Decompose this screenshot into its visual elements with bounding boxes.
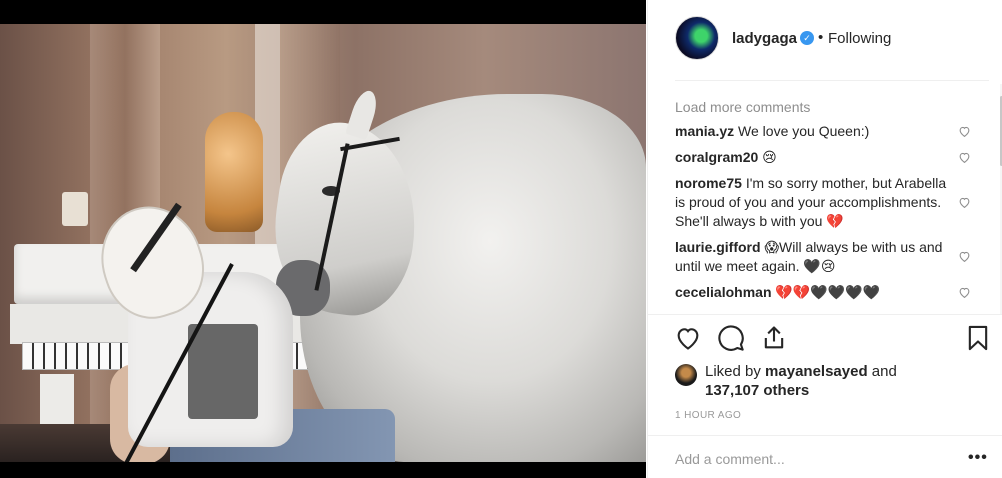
post-media (0, 0, 646, 478)
comment-like-heart-icon[interactable] (958, 151, 971, 164)
comment-text: We love you Queen:) (738, 123, 870, 139)
divider (648, 435, 1002, 436)
bookmark-icon[interactable] (964, 324, 992, 352)
post-actions-bar (674, 324, 994, 354)
divider (675, 80, 989, 81)
comment-username[interactable]: mania.yz (675, 123, 734, 139)
liker-username-link[interactable]: mayanelsayed (765, 363, 868, 380)
liker-avatar[interactable] (675, 364, 697, 386)
comment-item: laurie.gifford 😱Will always be with us a… (675, 238, 979, 276)
comment-item: coralgram20 😢 (675, 148, 979, 167)
likes-connector: and (871, 363, 897, 380)
post-photo[interactable] (0, 24, 646, 462)
following-button[interactable]: Following (828, 30, 891, 47)
lamp (62, 192, 88, 226)
divider (648, 314, 1002, 315)
more-options-button[interactable]: ••• (968, 449, 988, 467)
comment-username[interactable]: norome75 (675, 175, 742, 191)
comments-list: Load more comments mania.yz We love you … (675, 96, 979, 314)
heart-icon[interactable] (674, 324, 702, 352)
comment-text: 💔💔🖤🖤🖤🖤 (775, 284, 880, 300)
post-sidebar: ladygaga ✓ • Following Load more comment… (647, 0, 1002, 478)
comment-item: norome75 I'm so sorry mother, but Arabel… (675, 174, 979, 231)
comment-like-heart-icon[interactable] (958, 196, 971, 209)
add-comment-input[interactable]: Add a comment... (675, 451, 785, 467)
comment-like-heart-icon[interactable] (958, 250, 971, 263)
comment-item: cecelialohman 💔💔🖤🖤🖤🖤 (675, 283, 979, 302)
likes-text: Liked by mayanelsayed and 137,107 others (705, 362, 945, 400)
avatar[interactable] (675, 16, 719, 60)
shirt-print (188, 324, 258, 419)
likes-prefix: Liked by (705, 363, 761, 380)
comment-username[interactable]: cecelialohman (675, 284, 772, 300)
comment-text: 😢 (762, 149, 777, 165)
comment-username[interactable]: coralgram20 (675, 149, 758, 165)
verified-badge-icon: ✓ (800, 31, 814, 45)
golden-bust (205, 112, 263, 232)
load-more-comments-button[interactable]: Load more comments (675, 96, 979, 118)
separator-dot: • (818, 29, 824, 46)
comment-like-heart-icon[interactable] (958, 125, 971, 138)
comment-like-heart-icon[interactable] (958, 286, 971, 299)
comment-icon[interactable] (717, 324, 745, 352)
post-header: ladygaga ✓ • Following (648, 0, 1002, 80)
post-timestamp[interactable]: 1 HOUR AGO (675, 410, 741, 421)
comment-item: mania.yz We love you Queen:) (675, 122, 979, 141)
likes-others-link[interactable]: 137,107 others (705, 382, 809, 399)
comment-username[interactable]: laurie.gifford (675, 239, 761, 255)
username-link[interactable]: ladygaga (732, 30, 797, 47)
share-icon[interactable] (760, 324, 788, 352)
